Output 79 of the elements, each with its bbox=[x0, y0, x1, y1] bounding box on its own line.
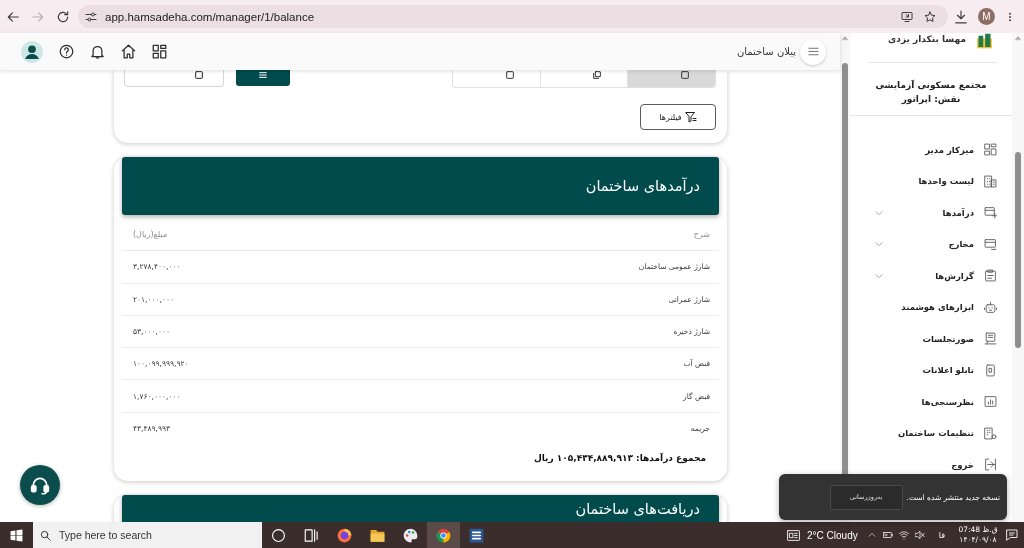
download-icon[interactable] bbox=[954, 9, 968, 24]
box-icon bbox=[195, 71, 203, 79]
view-toggle-segment[interactable] bbox=[627, 70, 715, 87]
primary-button[interactable] bbox=[236, 70, 290, 86]
wifi-icon[interactable] bbox=[898, 530, 909, 540]
sidebar-item[interactable]: مخارج bbox=[850, 228, 1012, 260]
bell-icon[interactable] bbox=[90, 44, 105, 59]
sidebar-item[interactable]: نظرسنجی‌ها bbox=[850, 386, 1012, 418]
box-icon bbox=[505, 71, 514, 79]
logo-icon[interactable] bbox=[974, 33, 995, 49]
card-title: درآمدهای ساختمان bbox=[585, 178, 700, 194]
ring-icon bbox=[271, 527, 286, 543]
browser-icon bbox=[436, 527, 451, 543]
taskbar-search-field[interactable]: Type here to search bbox=[33, 522, 262, 548]
notification-icon[interactable] bbox=[1006, 529, 1018, 541]
home-icon[interactable] bbox=[121, 44, 136, 59]
view-toggle-segment[interactable] bbox=[453, 70, 540, 87]
sidebar-item[interactable]: میزکار مدیر bbox=[850, 134, 1012, 166]
folder-icon bbox=[370, 527, 385, 543]
document-app-icon bbox=[469, 527, 484, 543]
user-avatar-icon[interactable] bbox=[21, 40, 43, 63]
box-icon bbox=[681, 71, 689, 79]
logout-icon bbox=[984, 458, 997, 472]
clipboard-icon bbox=[984, 269, 997, 283]
reload-icon[interactable] bbox=[56, 9, 70, 24]
task-view-icon bbox=[304, 527, 319, 543]
robot-icon bbox=[984, 300, 997, 314]
speaker-muted-icon[interactable] bbox=[914, 530, 925, 540]
user-role: نقش: اپراتور bbox=[900, 93, 962, 106]
help-icon[interactable] bbox=[59, 44, 74, 59]
view-toggle-segment[interactable] bbox=[539, 70, 628, 87]
user-name: مهسا بنکدار یزدی bbox=[888, 34, 966, 44]
news-icon bbox=[786, 528, 802, 542]
menu-icon bbox=[807, 46, 819, 57]
sidebar-item[interactable]: ابزارهای هوشمند bbox=[850, 291, 1012, 323]
star-icon[interactable] bbox=[924, 10, 936, 23]
building-gear-icon bbox=[984, 426, 997, 440]
address-bar[interactable]: app.hamsadeha.com/manager/1/balance bbox=[78, 5, 948, 28]
total-amount: مجموع درآمدها: ۱۰۵,۴۳۴,۸۸۹,۹۱۳ ریال bbox=[533, 453, 706, 464]
card-plus-icon bbox=[984, 206, 997, 220]
search-icon bbox=[40, 529, 51, 541]
layers-icon bbox=[593, 71, 602, 79]
back-icon[interactable] bbox=[6, 9, 20, 24]
sidebar-item[interactable]: درآمدها bbox=[850, 197, 1012, 229]
filter-icon bbox=[684, 111, 697, 123]
profile-avatar[interactable]: M bbox=[978, 8, 995, 25]
support-button[interactable] bbox=[20, 465, 60, 505]
tune-icon[interactable] bbox=[85, 10, 97, 23]
headset-icon bbox=[30, 475, 50, 495]
card-title: دریافت‌های ساختمان bbox=[575, 501, 700, 518]
sidebar-item[interactable]: لیست واحدها bbox=[850, 165, 1012, 197]
bars-icon bbox=[259, 71, 267, 79]
language-indicator[interactable]: فا bbox=[938, 530, 945, 540]
card-minus-icon bbox=[984, 237, 997, 251]
sidebar-item[interactable]: خروج bbox=[850, 449, 1012, 481]
sidebar-item[interactable]: صورتجلسات bbox=[850, 323, 1012, 355]
column-header: مبلغ(ریال) bbox=[133, 230, 168, 240]
document-icon bbox=[984, 332, 997, 346]
complex-name: مجتمع مسکونی آزمایشی bbox=[874, 78, 988, 92]
sidebar-item[interactable]: تنظیمات ساختمان bbox=[850, 417, 1012, 449]
chart-icon bbox=[984, 395, 997, 409]
browser-icon bbox=[337, 527, 352, 543]
monitor-arrow-icon[interactable] bbox=[901, 10, 913, 23]
column-header: شرح bbox=[693, 230, 710, 240]
grid-icon bbox=[984, 143, 997, 157]
tablet-icon bbox=[984, 363, 997, 377]
building-icon bbox=[984, 174, 997, 188]
filter-button[interactable]: فیلترها bbox=[640, 104, 716, 130]
battery-icon[interactable] bbox=[882, 530, 893, 540]
palette-icon bbox=[403, 527, 418, 543]
windows-logo-icon bbox=[10, 528, 23, 542]
sidebar-item[interactable]: گزارش‌ها bbox=[850, 260, 1012, 292]
app-title: پیلان ساختمان bbox=[736, 46, 796, 57]
menu-button[interactable] bbox=[800, 38, 826, 65]
chevron-up-icon[interactable] bbox=[867, 531, 876, 539]
weather-widget[interactable]: 2°C Cloudy bbox=[786, 528, 858, 542]
sidebar-item[interactable]: تابلو اعلانات bbox=[850, 354, 1012, 386]
grid-icon[interactable] bbox=[152, 44, 167, 59]
scrollbar-thumb[interactable] bbox=[1015, 152, 1021, 348]
